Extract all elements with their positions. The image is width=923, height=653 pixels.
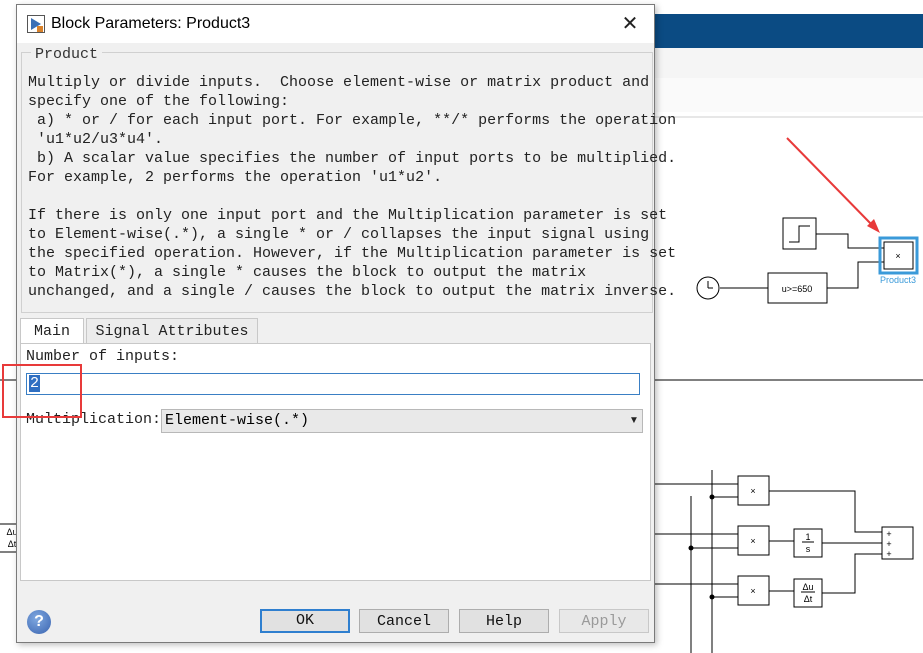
dialog-title: Block Parameters: Product3 [51,15,251,32]
block-type-name: Product [31,46,103,63]
relational-to-product-wire [827,261,884,289]
sum-block[interactable]: + + + [881,526,914,560]
product-glyph-1: × [750,486,755,496]
description-line: b) A scalar value specifies the number o… [28,150,677,167]
description-line: Multiply or divide inputs. Choose elemen… [28,74,650,91]
close-button[interactable]: ✕ [615,11,645,37]
step-block[interactable] [782,217,817,250]
description-line: For example, 2 performs the operation 'u… [28,169,443,186]
block-parameters-dialog: Block Parameters: Product3 ✕ Product Mul… [16,4,676,643]
product-block-2[interactable]: × [737,525,770,556]
sum-sign-3: + [886,549,891,559]
derivative-to-sum [822,553,882,594]
derivative-denominator: Δt [804,594,813,604]
help-button[interactable]: Help [459,609,549,633]
sum-sign-1: + [886,529,891,539]
help-icon[interactable]: ? [27,610,51,634]
tab-main[interactable]: Main [20,318,84,345]
description-line: unchanged, and a single / causes the blo… [28,283,677,300]
ok-button[interactable]: OK [260,609,350,633]
simulink-block-icon [27,15,45,33]
product3-glyph: × [895,251,900,261]
dialog-titlebar[interactable]: Block Parameters: Product3 ✕ [17,5,654,43]
parameter-tabs: Main Signal Attributes [20,318,650,345]
relational-operator-block[interactable]: u>=650 [767,272,828,304]
integrator-denominator: s [806,544,811,554]
sum-sign-2: + [886,539,891,549]
product-block-1[interactable]: × [737,475,770,506]
red-highlight-box [2,364,82,418]
product3-label: Product3 [880,275,916,285]
relational-operator-label: u>=650 [782,284,813,294]
derivative-numerator: Δu [802,582,813,592]
description-line: to Matrix(*), a single * causes the bloc… [28,264,587,281]
description-line: If there is only one input port and the … [28,207,668,224]
integrator-block[interactable]: 1 s [793,528,823,558]
product1-to-sum [769,490,882,533]
product-glyph-3: × [750,586,755,596]
description-line: to Element-wise(.*), a single * or / col… [28,226,650,243]
derivative-block[interactable]: Δu Δt [793,578,823,608]
chevron-down-icon[interactable]: ▼ [627,409,641,433]
description-line: the specified operation. However, if the… [28,245,677,262]
product-block-3[interactable]: × [737,575,770,606]
cancel-button[interactable]: Cancel [359,609,449,633]
number-of-inputs-label: Number of inputs: [26,348,180,365]
step-to-product-wire [816,233,884,249]
description-line: a) * or / for each input port. For examp… [28,112,677,129]
description-line: specify one of the following: [28,93,290,110]
integrator-numerator: 1 [805,532,810,542]
tab-signal-attributes[interactable]: Signal Attributes [86,318,258,344]
apply-button[interactable]: Apply [559,609,649,633]
description-line: 'u1*u2/u3*u4'. [28,131,164,148]
product3-block[interactable]: × Product3 [878,236,919,285]
product-glyph-2: × [750,536,755,546]
number-of-inputs-field[interactable]: 2 [26,373,640,395]
clock-block[interactable] [696,276,720,300]
multiplication-dropdown[interactable]: Element-wise(.*) [161,409,643,433]
